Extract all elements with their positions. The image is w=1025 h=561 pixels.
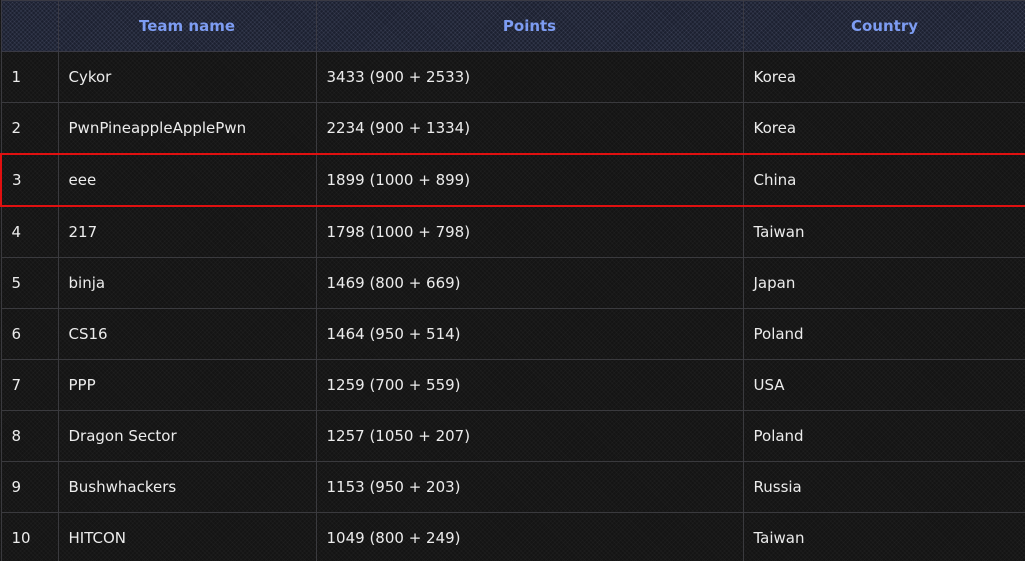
team-name-cell: PwnPineappleApplePwn (57, 102, 317, 155)
country-cell: Korea (742, 102, 1025, 155)
table-row[interactable]: 10 HITCON 1049 (800 + 249) Taiwan (0, 512, 1025, 561)
table-row[interactable]: 5 binja 1469 (800 + 669) Japan (0, 257, 1025, 309)
rank-cell: 5 (0, 257, 59, 309)
table-row[interactable]: 2 PwnPineappleApplePwn 2234 (900 + 1334) Ko… (0, 102, 1025, 155)
table-body: 1 Cykor 3433 (900 + 2533) Korea 2 PwnPineappl… (0, 51, 1025, 561)
points-cell: 3433 (900 + 2533) (315, 51, 744, 103)
country-cell: Taiwan (742, 205, 1025, 258)
points-cell: 1798 (1000 + 798) (315, 205, 744, 258)
rank-cell: 2 (0, 102, 59, 155)
table-row[interactable]: 7 PPP 1259 (700 + 559) USA (0, 359, 1025, 411)
table-header-row: Team name Points Country (0, 0, 1025, 52)
country-cell: Poland (742, 308, 1025, 360)
table-row[interactable]: 1 Cykor 3433 (900 + 2533) Korea (0, 51, 1025, 103)
rank-cell: 4 (0, 205, 59, 258)
team-name-cell: 217 (57, 205, 317, 258)
points-cell: 1153 (950 + 203) (315, 461, 744, 513)
table-row-highlighted[interactable]: 3 eee 1899 (1000 + 899) China (0, 153, 1025, 207)
rank-cell: 3 (0, 153, 59, 207)
country-cell: Poland (742, 410, 1025, 462)
points-cell: 1259 (700 + 559) (315, 359, 744, 411)
points-cell: 2234 (900 + 1334) (315, 102, 744, 155)
column-header-points[interactable]: Points (315, 0, 744, 52)
table-row[interactable]: 6 CS16 1464 (950 + 514) Poland (0, 308, 1025, 360)
column-header-rank (0, 0, 59, 52)
table-row[interactable]: 8 Dragon Sector 1257 (1050 + 207) Poland (0, 410, 1025, 462)
team-name-cell: PPP (57, 359, 317, 411)
team-name-cell: Cykor (57, 51, 317, 103)
country-cell: USA (742, 359, 1025, 411)
team-name-cell: binja (57, 257, 317, 309)
country-cell: Korea (742, 51, 1025, 103)
team-name-cell: Dragon Sector (57, 410, 317, 462)
rank-cell: 8 (0, 410, 59, 462)
rank-cell: 9 (0, 461, 59, 513)
column-header-team-name[interactable]: Team name (57, 0, 317, 52)
rank-cell: 10 (0, 512, 59, 561)
country-cell: Russia (742, 461, 1025, 513)
points-cell: 1464 (950 + 514) (315, 308, 744, 360)
team-name-cell: eee (57, 153, 317, 207)
points-cell: 1049 (800 + 249) (315, 512, 744, 561)
table-row[interactable]: 4 217 1798 (1000 + 798) Taiwan (0, 205, 1025, 258)
team-name-cell: CS16 (57, 308, 317, 360)
table-row[interactable]: 9 Bushwhackers 1153 (950 + 203) Russia (0, 461, 1025, 513)
country-cell: Japan (742, 257, 1025, 309)
scoreboard: Team name Points Country 1 Cykor 3433 (900… (0, 0, 1025, 561)
rank-cell: 1 (0, 51, 59, 103)
points-cell: 1469 (800 + 669) (315, 257, 744, 309)
points-cell: 1899 (1000 + 899) (315, 153, 744, 207)
country-cell: China (742, 153, 1025, 207)
country-cell: Taiwan (742, 512, 1025, 561)
scoreboard-table: Team name Points Country 1 Cykor 3433 (900… (0, 0, 1025, 561)
rank-cell: 6 (0, 308, 59, 360)
column-header-country[interactable]: Country (742, 0, 1025, 52)
team-name-cell: Bushwhackers (57, 461, 317, 513)
points-cell: 1257 (1050 + 207) (315, 410, 744, 462)
team-name-cell: HITCON (57, 512, 317, 561)
rank-cell: 7 (0, 359, 59, 411)
